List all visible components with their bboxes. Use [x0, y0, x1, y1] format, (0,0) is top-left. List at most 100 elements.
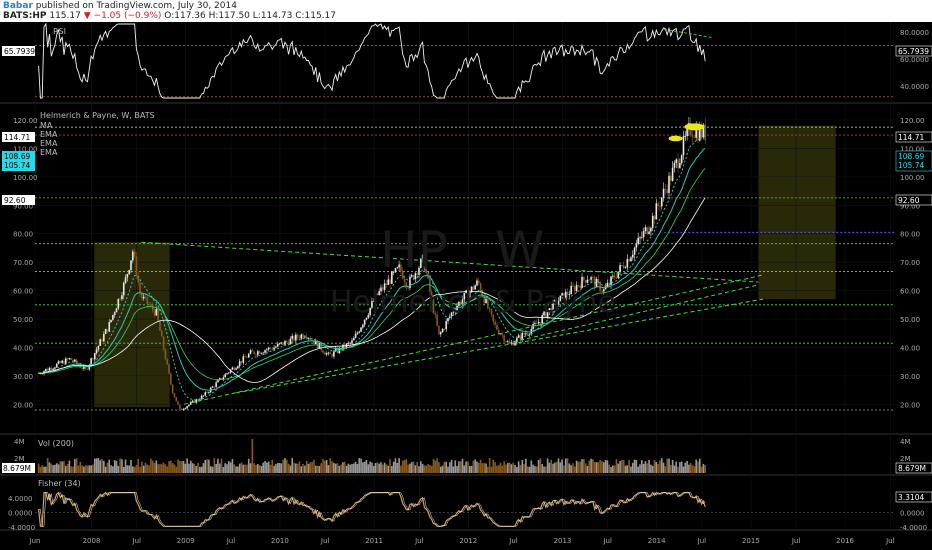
candle-body: [45, 368, 47, 372]
candle-body: [271, 348, 274, 350]
volume-bar: [492, 459, 495, 473]
volume-bar: [434, 460, 437, 473]
price-tick-left: 40.00: [13, 344, 33, 352]
volume-bar: [593, 462, 596, 473]
author-name[interactable]: Babar: [3, 1, 33, 11]
volume-bar: [144, 462, 147, 473]
volume-bar: [103, 460, 105, 473]
candle-body: [439, 332, 442, 335]
candle-body: [349, 342, 351, 344]
candle-body: [237, 366, 239, 369]
price-badge-right: 114.71: [895, 131, 932, 143]
volume-bar: [168, 460, 170, 473]
candle-body: [175, 397, 178, 402]
price-tick-right: 100.00: [900, 174, 925, 182]
volume-bar: [93, 458, 96, 473]
volume-bar: [543, 466, 545, 473]
candle-body: [66, 358, 69, 360]
candle-body: [539, 321, 542, 324]
volume-bar: [266, 462, 268, 473]
symbol[interactable]: BATS:HP: [3, 11, 46, 21]
volume-bar: [97, 458, 100, 473]
candle-body: [441, 328, 444, 333]
volume-bar: [43, 466, 45, 473]
svg-text:92.60: 92.60: [898, 196, 920, 205]
volume-bar: [66, 463, 69, 473]
fisher-tick: 0.0000: [900, 510, 925, 518]
indicator-label: EMA: [40, 139, 58, 148]
candle-body: [153, 309, 156, 316]
volume-bar: [273, 465, 275, 473]
volume-bar: [606, 460, 609, 473]
volume-bar: [74, 459, 76, 473]
candle-body: [659, 206, 661, 207]
candle-body: [327, 352, 330, 354]
volume-bar: [584, 463, 587, 473]
volume-bar: [597, 462, 600, 473]
volume-bar: [644, 461, 647, 473]
volume-bar: [199, 466, 201, 473]
volume-bar: [177, 459, 179, 473]
candle-body: [61, 360, 63, 363]
candle-body: [697, 128, 699, 141]
volume-bar: [133, 466, 136, 473]
price-tick-left: 50.00: [13, 316, 33, 324]
volume-bar: [175, 466, 178, 473]
candle-body: [521, 332, 524, 340]
volume-bar: [400, 465, 402, 473]
candle-body: [266, 349, 268, 351]
candle-body: [626, 259, 629, 268]
candle-body: [621, 265, 623, 266]
chart-header: Babar published on TradingView.com, July…: [0, 0, 932, 22]
price-tick-right: 70.00: [900, 259, 920, 267]
volume-bar: [61, 461, 63, 473]
volume-bar: [488, 458, 491, 473]
volume-bar: [151, 460, 154, 473]
candle-body: [613, 275, 616, 278]
volume-bar: [318, 465, 321, 473]
volume-bar: [81, 465, 83, 473]
volume-bar: [430, 465, 433, 473]
volume-bar: [226, 464, 228, 473]
price-tick-right: 120.00: [900, 117, 925, 125]
volume-bar: [626, 465, 629, 473]
volume-bar: [130, 459, 132, 473]
volume-bar: [590, 458, 592, 473]
svg-text:8.679M: 8.679M: [898, 464, 926, 473]
ema-badge-left: 108.69 105.74: [2, 151, 35, 171]
volume-bar: [403, 459, 406, 473]
volume-bar: [653, 460, 656, 473]
volume-bar: [153, 462, 156, 473]
candle-body: [660, 197, 663, 207]
volume-bar: [521, 459, 524, 473]
volume-bar: [637, 466, 639, 473]
candle-body: [588, 279, 591, 281]
volume-bar: [624, 465, 627, 473]
volume-bar: [416, 462, 419, 473]
volume-bar: [679, 462, 681, 473]
volume-bar: [548, 462, 551, 473]
volume-bar: [450, 459, 453, 473]
volume-bar: [229, 462, 232, 473]
chart-canvas[interactable]: Jun 2008 Jul 2009 Jul 2010 Jul 2011 Jul 2012 Jul 20…: [0, 22, 932, 550]
candle-body: [255, 353, 257, 355]
candle-body: [508, 341, 511, 344]
volume-bar: [414, 465, 417, 473]
candle-body: [55, 363, 58, 368]
volume-bar: [633, 459, 636, 473]
volume-bar: [695, 459, 697, 473]
candle-body: [275, 346, 277, 348]
candle-body: [184, 408, 187, 410]
volume-bar: [454, 460, 457, 473]
volume-bar: [499, 462, 502, 473]
candle-body: [246, 357, 248, 359]
candle-body: [256, 351, 259, 355]
volume-bar: [86, 465, 89, 473]
volume-bar: [409, 463, 411, 473]
down-arrow-icon: ▼: [83, 11, 91, 21]
volume-bar: [193, 463, 196, 473]
price-tick-left: 70.00: [13, 259, 33, 267]
volume-bar: [300, 466, 303, 473]
volume-bar: [208, 459, 210, 473]
volume-bar: [99, 460, 101, 473]
